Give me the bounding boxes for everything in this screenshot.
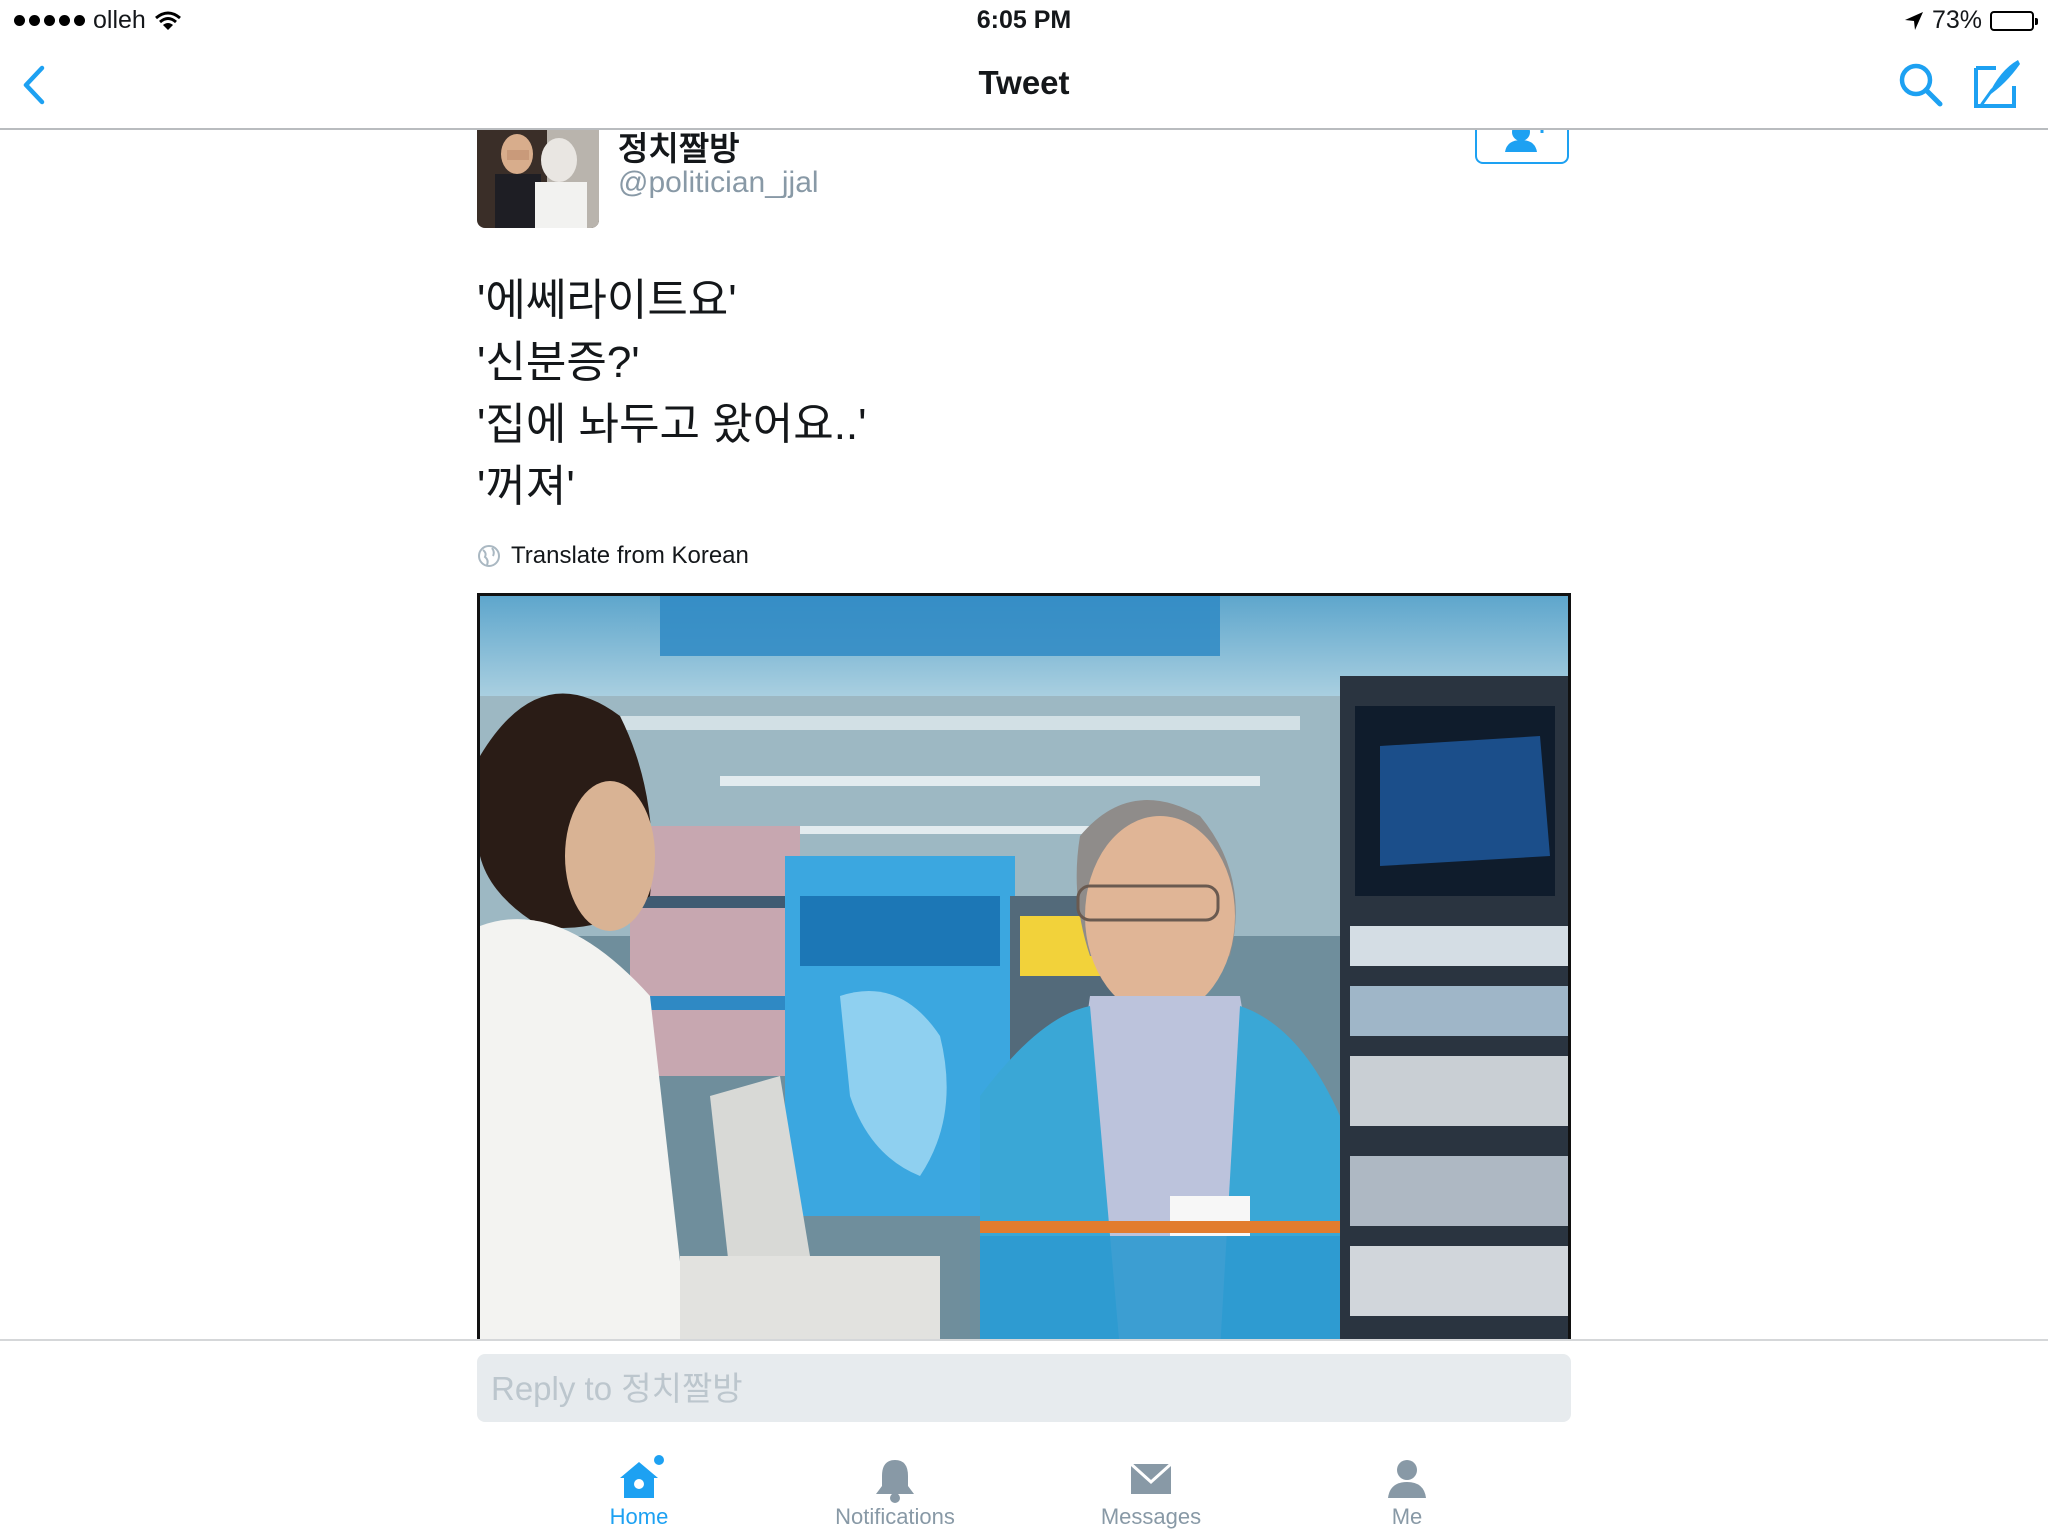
- reply-input[interactable]: [489, 1354, 1575, 1424]
- tab-home[interactable]: Home: [539, 1440, 739, 1536]
- author-name[interactable]: 정치짤방: [618, 130, 739, 170]
- battery-icon: [1990, 10, 2038, 31]
- compose-icon[interactable]: [1970, 56, 2026, 112]
- tweet-line: '에쎄라이트요': [477, 276, 737, 325]
- translate-label: Translate from Korean: [511, 542, 749, 569]
- tab-messages[interactable]: Messages: [1051, 1440, 1251, 1536]
- reply-field[interactable]: [477, 1354, 1575, 1424]
- status-bar: olleh 6:05 PM 73%: [0, 0, 2048, 42]
- page-title: Tweet: [978, 64, 1070, 101]
- status-right: 73%: [1904, 6, 2038, 35]
- photo-image: [480, 596, 1568, 1340]
- tab-bar: Home Notifications Messages Me: [0, 1440, 2048, 1536]
- search-icon[interactable]: [1896, 60, 1946, 110]
- bell-icon: [876, 1460, 914, 1503]
- tweet-detail: 정치짤방 @politician_jjal '에쎄라이트요' '신분증?' '집…: [0, 130, 2048, 1340]
- follow-button[interactable]: [1475, 130, 1569, 164]
- location-arrow-icon: [1904, 11, 1923, 30]
- globe-icon: [478, 545, 500, 567]
- tab-label: Notifications: [835, 1504, 955, 1529]
- tweet-line: '신분증?': [477, 338, 640, 387]
- person-icon: [1388, 1460, 1426, 1498]
- status-time: 6:05 PM: [976, 6, 1072, 34]
- tweet-photo[interactable]: [477, 593, 1571, 1340]
- tab-label: Messages: [1100, 1504, 1202, 1529]
- home-icon: [620, 1455, 664, 1498]
- add-user-icon: [1505, 130, 1544, 152]
- translate-link[interactable]: Translate from Korean: [477, 542, 749, 570]
- tweet-line: '꺼져': [477, 462, 575, 511]
- tab-label: Me: [1391, 1504, 1423, 1529]
- envelope-icon: [1129, 1462, 1173, 1494]
- tweet-text: '에쎄라이트요' '신분증?' '집에 놔두고 왔어요..' '꺼져': [477, 270, 867, 518]
- tab-notifications[interactable]: Notifications: [795, 1440, 995, 1536]
- tab-label: Home: [609, 1504, 669, 1529]
- divider: [0, 1339, 2048, 1341]
- battery-percent: 73%: [1931, 6, 1982, 34]
- avatar-image: [477, 130, 599, 228]
- tweet-line: '집에 놔두고 왔어요..': [477, 400, 867, 449]
- author-handle[interactable]: @politician_jjal: [618, 166, 819, 200]
- navigation-bar: Tweet: [0, 42, 2048, 130]
- tab-me[interactable]: Me: [1307, 1440, 1507, 1536]
- avatar[interactable]: [477, 130, 599, 228]
